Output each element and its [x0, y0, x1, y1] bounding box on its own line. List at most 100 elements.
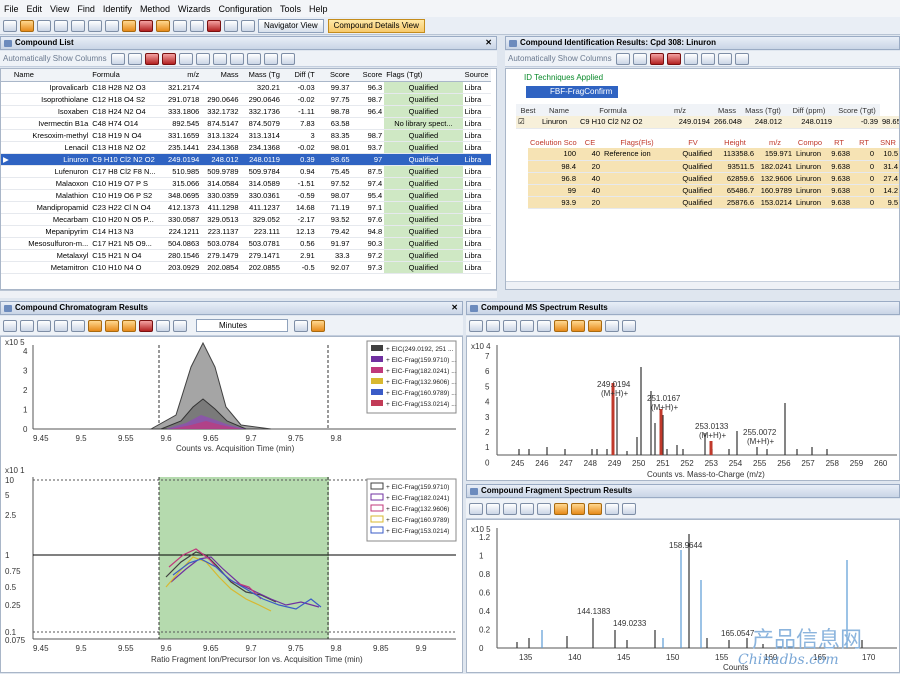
column-header[interactable]: Diff (T	[282, 69, 317, 81]
menu-item-find[interactable]: Find	[77, 4, 95, 14]
pan-horizontal-icon[interactable]	[486, 319, 500, 332]
sort-icon[interactable]	[212, 52, 227, 65]
column-header[interactable]: Mass	[201, 69, 240, 81]
layout-3-icon[interactable]	[156, 19, 170, 32]
column-header[interactable]: Flags (Tgt)	[384, 69, 462, 81]
copy-icon[interactable]	[105, 19, 119, 32]
expand-icon[interactable]	[280, 52, 295, 65]
column-header[interactable]: RT	[852, 136, 876, 148]
table-row[interactable]: Iprovalicarb C18 H28 N2 O3 321.2174 320.21-…	[1, 81, 491, 94]
menu-item-wizards[interactable]: Wizards	[178, 4, 211, 14]
undo-icon[interactable]	[71, 19, 85, 32]
label-icon[interactable]	[588, 319, 602, 332]
best-checkbox[interactable]: ☑	[516, 116, 540, 129]
table-row[interactable]: 100 40 Reference ion Qualified 113358.6 159.9…	[528, 148, 899, 161]
table-row[interactable]: Malaoxon C10 H19 O7 P S 315.066 314.0584 314…	[1, 177, 491, 190]
group-icon[interactable]	[717, 52, 732, 65]
identify-icon[interactable]	[224, 19, 238, 32]
column-header[interactable]: Score	[352, 69, 385, 81]
peak-icon[interactable]	[554, 502, 568, 515]
chart-link-icon[interactable]	[195, 52, 210, 65]
overlay-icon[interactable]	[571, 502, 585, 515]
filter-icon[interactable]	[632, 52, 647, 65]
table-row[interactable]: Isoxaben C18 H24 N2 O4 333.1806 332.1732 332…	[1, 105, 491, 118]
pin-icon[interactable]	[470, 488, 478, 495]
column-icon[interactable]	[110, 52, 125, 65]
peak-icon[interactable]	[554, 319, 568, 332]
new-icon[interactable]	[3, 19, 17, 32]
compound-details-view-button[interactable]: Compound Details View	[327, 18, 425, 33]
id-scrollbar[interactable]	[506, 281, 899, 289]
table-row[interactable]: Mandipropamid C23 H22 Cl N O4 412.1373 411.…	[1, 201, 491, 214]
close-icon[interactable]: ✕	[485, 37, 492, 49]
zoom-icon[interactable]	[469, 319, 483, 332]
table-row[interactable]: 96.8 40 Qualified 62859.6 132.9606 Linuron 9.6…	[528, 172, 899, 185]
units-dropdown[interactable]: Minutes	[196, 319, 288, 332]
pan-vertical-icon[interactable]	[503, 502, 517, 515]
table-row[interactable]: Mecarbam C10 H20 N O5 P... 330.0587 329.051…	[1, 213, 491, 226]
column-header[interactable]: CE	[578, 136, 602, 148]
column-header[interactable]: Compo	[794, 136, 826, 148]
print-icon[interactable]	[605, 502, 619, 515]
export-icon[interactable]	[622, 319, 636, 332]
options-icon[interactable]	[311, 319, 325, 332]
compound-list-scrollbar[interactable]	[0, 290, 497, 298]
grid-icon[interactable]	[246, 52, 261, 65]
peak-icon[interactable]	[88, 319, 102, 332]
pin-icon[interactable]	[509, 40, 517, 47]
table-row[interactable]: Malathion C10 H19 O6 P S2 348.0695 330.0359…	[1, 189, 491, 202]
grid-icon[interactable]	[734, 52, 749, 65]
column-header[interactable]: Best	[516, 104, 540, 116]
pan-horizontal-icon[interactable]	[486, 502, 500, 515]
close-icon[interactable]: ✕	[451, 302, 458, 314]
magnify-icon[interactable]	[54, 319, 68, 332]
sort-icon[interactable]	[700, 52, 715, 65]
column-header[interactable]: Mass	[712, 104, 742, 116]
layout-1-icon[interactable]	[122, 19, 136, 32]
column-header[interactable]: Score (Tgt)	[834, 104, 880, 116]
highlight-icon[interactable]	[161, 52, 176, 65]
pin-icon[interactable]	[4, 305, 12, 312]
table-row[interactable]: 99 40 Qualified 65486.7 160.9789 Linuron 9.638…	[528, 184, 899, 197]
pan-horizontal-icon[interactable]	[20, 319, 34, 332]
chart-icon[interactable]	[190, 19, 204, 32]
auto-columns-button[interactable]: Automatically Show Columns	[3, 54, 107, 63]
compound-icon[interactable]	[207, 19, 221, 32]
export-icon[interactable]	[622, 502, 636, 515]
column-header[interactable]: Formula	[578, 104, 648, 116]
filter-icon[interactable]	[127, 52, 142, 65]
column-header[interactable]: RT	[826, 136, 852, 148]
menu-item-tools[interactable]: Tools	[280, 4, 301, 14]
overlay-icon[interactable]	[571, 319, 585, 332]
column-header[interactable]: m/z	[162, 69, 201, 81]
navigator-view-button[interactable]: Navigator View	[258, 18, 324, 33]
pin-icon[interactable]	[470, 305, 478, 312]
menu-item-configuration[interactable]: Configuration	[218, 4, 272, 14]
column-header[interactable]: Height	[714, 136, 756, 148]
print-icon[interactable]	[605, 319, 619, 332]
settings-icon[interactable]	[241, 19, 255, 32]
layout-2-icon[interactable]	[139, 19, 153, 32]
column-header[interactable]: Mass (Tgt)	[742, 104, 784, 116]
menu-item-identify[interactable]: Identify	[103, 4, 132, 14]
zoom-icon[interactable]	[469, 502, 483, 515]
autoscale-icon[interactable]	[537, 319, 551, 332]
table-row[interactable]: 93.9 20 Qualified 25876.6 153.0214 Linuron 9.6…	[528, 196, 899, 209]
lock-icon[interactable]	[263, 52, 278, 65]
overlay-icon[interactable]	[105, 319, 119, 332]
column-header[interactable]: Name	[540, 104, 578, 116]
column-header[interactable]: Coelution Sco	[528, 136, 578, 148]
print-icon[interactable]	[54, 19, 68, 32]
table-row[interactable]: Lufenuron C17 H8 Cl2 F8 N... 510.985 509.97…	[1, 165, 491, 178]
pan-vertical-icon[interactable]	[503, 319, 517, 332]
table-row[interactable]: Mesosulfuron-m... C17 H21 N5 O9... 504.086…	[1, 237, 491, 250]
column-header[interactable]: FV	[672, 136, 714, 148]
column-header[interactable]: Source	[463, 69, 491, 81]
column-header[interactable]: SNR	[876, 136, 899, 148]
print-icon[interactable]	[294, 319, 308, 332]
zoom-icon[interactable]	[3, 319, 17, 332]
column-header[interactable]: Diff (ppm)	[784, 104, 834, 116]
menu-item-edit[interactable]: Edit	[27, 4, 43, 14]
autoscale-icon[interactable]	[71, 319, 85, 332]
menu-item-file[interactable]: File	[4, 4, 19, 14]
